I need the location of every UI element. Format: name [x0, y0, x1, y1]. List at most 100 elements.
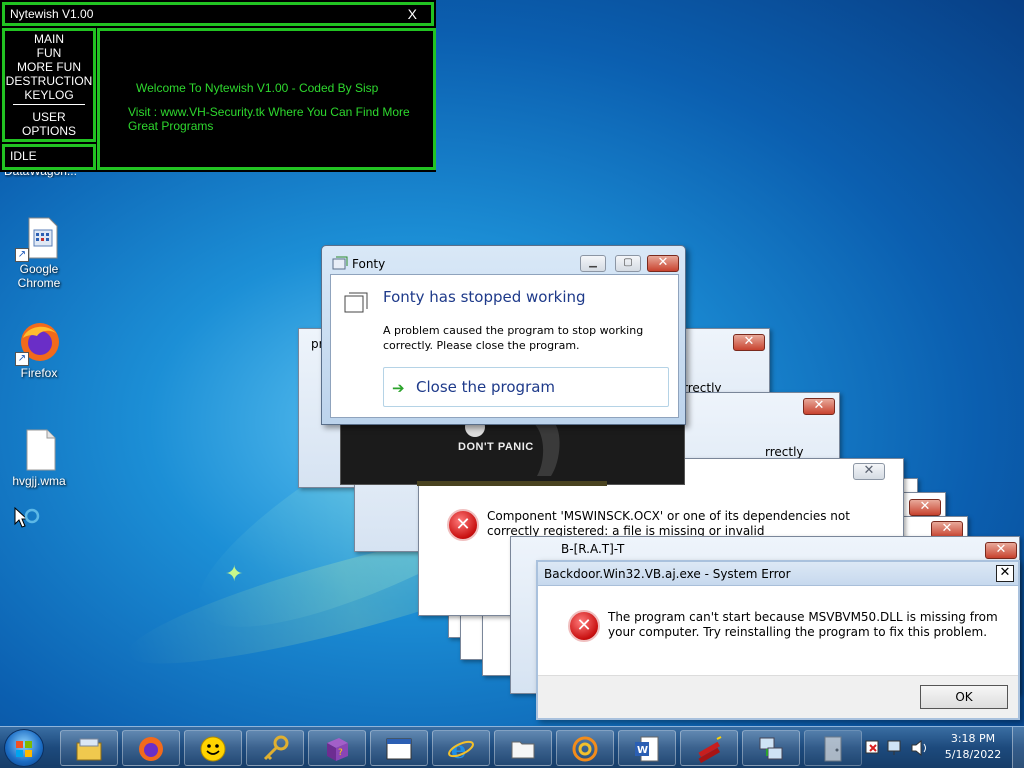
error-text-fragment: rrectly [765, 445, 804, 459]
window-title: Backdoor.Win32.VB.aj.exe - System Error [544, 567, 791, 581]
explorer-icon [76, 738, 102, 761]
windows-logo-icon [16, 741, 32, 757]
menu-divider [13, 104, 85, 105]
taskbar-spiral[interactable] [556, 730, 614, 766]
word-document-icon: W [635, 736, 659, 762]
clock-time: 3:18 PM [950, 732, 996, 745]
menu-item-user[interactable]: USER [5, 110, 93, 124]
menu-item-main[interactable]: MAIN [5, 32, 93, 46]
nytewish-window: Nytewish V1.00 X MAIN FUN MORE FUN DESTR… [0, 0, 436, 172]
close-button[interactable]: ✕ [733, 334, 765, 351]
taskbar-firefox[interactable] [122, 730, 180, 766]
welcome-text: Welcome To Nytewish V1.00 - Coded By Sis… [136, 81, 379, 95]
taskbar-dynamite[interactable] [680, 730, 738, 766]
menu-item-keylog[interactable]: KEYLOG [5, 88, 93, 102]
dynamite-icon [698, 736, 722, 763]
dialog-description: A problem caused the program to stop wor… [383, 324, 644, 352]
ok-button[interactable]: OK [920, 685, 1008, 709]
clock-date: 5/18/2022 [944, 748, 1002, 761]
minimize-button[interactable]: ▁ [580, 255, 606, 272]
close-button[interactable]: ✕ [803, 398, 835, 415]
close-button[interactable]: ✕ [853, 463, 885, 480]
internet-explorer-icon: e [448, 735, 474, 763]
taskbar-internet-explorer[interactable]: e [432, 730, 490, 766]
button-label: Close the program [416, 378, 556, 396]
network-icon[interactable] [887, 740, 901, 755]
door-icon [824, 736, 842, 762]
menu-item-fun[interactable]: FUN [5, 46, 93, 60]
visit-text: Visit : www.VH-Security.tk Where You Can… [128, 105, 410, 133]
spiral-icon [572, 736, 598, 762]
firefox-icon [139, 737, 163, 761]
blank-file-icon [17, 428, 61, 472]
show-desktop-button[interactable] [1012, 727, 1024, 768]
start-button[interactable] [4, 729, 44, 767]
svg-text:?: ? [338, 748, 343, 758]
taskbar-window[interactable] [370, 730, 428, 766]
document-shortcut-icon: ↗ [15, 216, 61, 262]
shortcut-arrow-icon: ↗ [15, 352, 29, 366]
program-icon [343, 291, 369, 315]
dialog-titlebar[interactable]: Backdoor.Win32.VB.aj.exe - System Error … [538, 562, 1018, 586]
taskbar-key[interactable] [246, 730, 304, 766]
svg-text:W: W [637, 745, 648, 756]
system-error-dialog: Backdoor.Win32.VB.aj.exe - System Error … [536, 560, 1020, 720]
error-message: The program can't start because MSVBVM50… [608, 610, 998, 639]
close-button[interactable]: ✕ [909, 499, 941, 516]
close-button[interactable]: ✕ [647, 255, 679, 272]
dialog-body: Fonty has stopped working A problem caus… [330, 274, 679, 418]
taskbar-folder[interactable] [494, 730, 552, 766]
close-button[interactable]: ✕ [985, 542, 1017, 559]
desktop-icon-label: Firefox [20, 366, 58, 380]
close-button[interactable]: X [408, 5, 417, 23]
firefox-icon: ↗ [15, 320, 61, 366]
window-title: B-[R.A.T]-T [561, 542, 625, 556]
shortcut-arrow-icon: ↗ [15, 248, 29, 262]
volume-icon[interactable] [911, 739, 926, 757]
app-icon [332, 255, 348, 271]
folder-icon [511, 741, 535, 759]
action-center-icon[interactable] [865, 740, 879, 754]
fonty-error-dialog: Fonty ▁ ▢ ✕ Fonty has stopped working A … [321, 245, 686, 425]
error-icon: ✕ [447, 509, 479, 541]
window-title: Nytewish V1.00 [10, 7, 94, 21]
desktop-icon-label: Google Chrome [17, 262, 61, 290]
busy-cursor-icon [14, 506, 44, 536]
dialog-footer: OK [538, 675, 1018, 718]
close-the-program-button[interactable]: ➔ Close the program [383, 367, 669, 407]
desktop-icon-hvgjj-wma[interactable]: hvgjj.wma [3, 428, 75, 488]
taskbar-word[interactable]: W [618, 730, 676, 766]
menu-item-more-fun[interactable]: MORE FUN [5, 60, 93, 74]
help-book-icon: ? [327, 738, 348, 761]
taskbar-door[interactable] [804, 730, 862, 766]
taskbar-help[interactable]: ? [308, 730, 366, 766]
nytewish-main-panel: Welcome To Nytewish V1.00 - Coded By Sis… [97, 28, 436, 170]
maximize-button[interactable]: ▢ [615, 255, 641, 272]
taskbar-network[interactable] [742, 730, 800, 766]
smiley-icon [200, 736, 226, 762]
menu-item-options[interactable]: OPTIONS [5, 124, 93, 138]
status-label: IDLE [2, 144, 96, 170]
wallpaper-sparkle: ✦ [225, 562, 244, 587]
close-button[interactable]: ✕ [996, 565, 1014, 582]
system-clock[interactable]: 3:18 PM 5/18/2022 [940, 731, 1006, 763]
window-icon [386, 738, 412, 760]
desktop-icon-firefox[interactable]: ↗ Firefox [3, 320, 75, 380]
key-icon [263, 735, 289, 761]
dont-panic-text: DON'T PANIC [458, 441, 534, 453]
network-computer-icon [759, 737, 783, 760]
menu-item-destruction[interactable]: DESTRUCTION [5, 74, 93, 88]
dialog-heading: Fonty has stopped working [383, 288, 586, 306]
nytewish-titlebar[interactable]: Nytewish V1.00 X [2, 2, 434, 26]
taskbar: ? e W 3:18 PM 5/18/2022 [0, 726, 1024, 768]
dont-panic-image: DON'T PANIC [340, 420, 685, 486]
window-title: Fonty [352, 257, 386, 271]
nytewish-menu: MAIN FUN MORE FUN DESTRUCTION KEYLOG USE… [2, 28, 96, 142]
desktop-icon-label: hvgjj.wma [12, 474, 66, 488]
error-icon: ✕ [568, 610, 600, 642]
green-arrow-icon: ➔ [392, 379, 405, 397]
taskbar-explorer[interactable] [60, 730, 118, 766]
desktop-icon-google-chrome[interactable]: ↗ Google Chrome [3, 216, 75, 290]
error-message: Component 'MSWINSCK.OCX' or one of its d… [487, 509, 850, 538]
taskbar-smiley[interactable] [184, 730, 242, 766]
